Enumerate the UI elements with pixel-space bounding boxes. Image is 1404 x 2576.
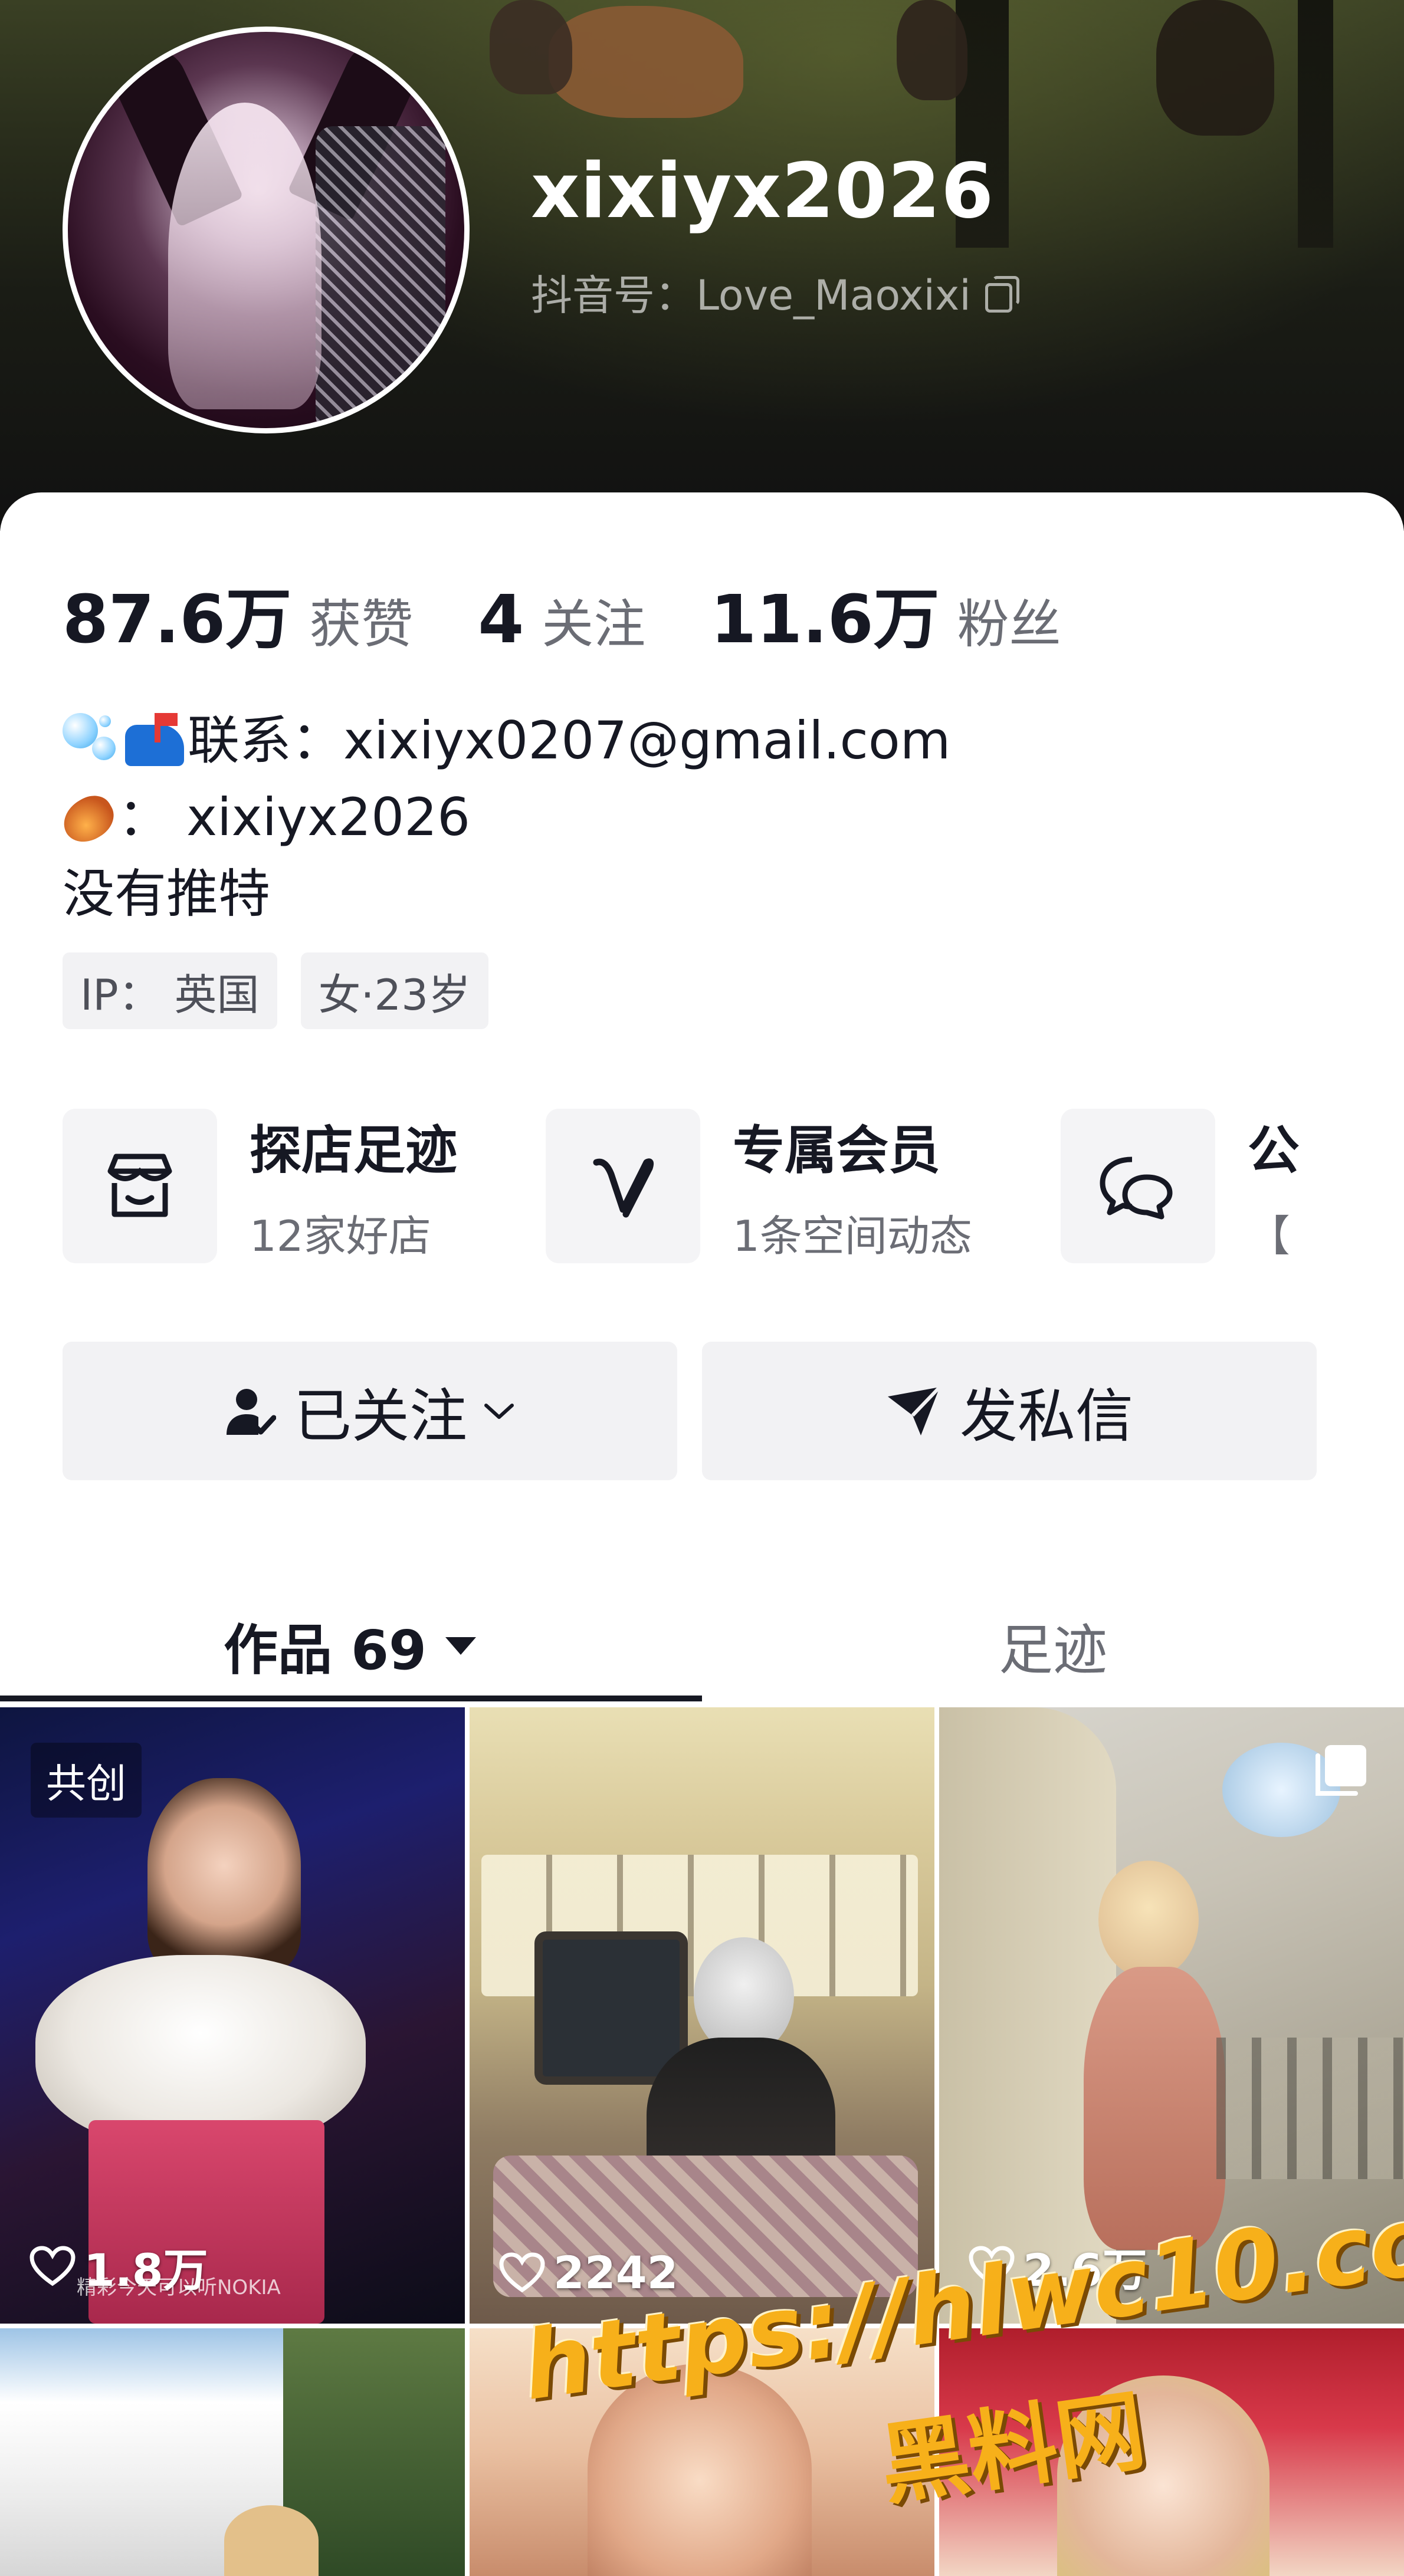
tag-gender-age: 女·23岁 <box>300 952 489 1029</box>
paper-plane-icon <box>885 1385 942 1438</box>
service-subtitle: 12家好店 <box>250 1211 431 1261</box>
profile-cover: xixiyx2026 抖音号：Love_Maoxixi <box>0 0 1404 531</box>
tab-works[interactable]: 作品 69 <box>0 1595 702 1696</box>
co-creation-badge: 共创 <box>31 1743 142 1818</box>
stats-row: 87.6万 获赞 4 关注 11.6万 粉丝 <box>63 566 1126 662</box>
send-message-label: 发私信 <box>959 1382 1133 1450</box>
stat-following[interactable]: 4 关注 <box>478 581 645 658</box>
bubbles-emoji-icon <box>63 707 122 766</box>
avatar-robe <box>316 126 445 428</box>
video-thumbnail[interactable]: 共创 1.8万 精彩今天可以听NOKIA <box>0 1707 465 2324</box>
sweet-potato-emoji-icon <box>55 788 122 850</box>
avatar-veil <box>168 103 322 409</box>
mailbox-emoji-icon <box>125 712 184 766</box>
v-member-icon <box>546 1109 701 1263</box>
stat-label: 获赞 <box>309 594 414 655</box>
user-check-icon <box>223 1385 276 1438</box>
stat-label: 粉丝 <box>957 594 1061 655</box>
display-name: xixiyx2026 <box>531 147 995 235</box>
stat-label: 关注 <box>542 594 646 655</box>
thumbnail-railing <box>1216 2038 1404 2179</box>
bio-line-sweet-potato: ： xixiyx2026 <box>55 776 471 850</box>
service-group-chat[interactable]: 公 【 <box>1060 1109 1300 1263</box>
service-title: 探店足迹 <box>250 1120 458 1181</box>
tab-footprint[interactable]: 足迹 <box>702 1595 1404 1696</box>
action-buttons: 已关注 发私信 <box>63 1342 1317 1480</box>
service-subtitle: 【 <box>1247 1211 1290 1261</box>
cover-horse <box>549 6 743 118</box>
avatar[interactable] <box>63 27 470 433</box>
video-thumbnail[interactable]: 2242 <box>470 1707 934 2324</box>
bio-line-contact: 联系：xixiyx0207@gmail.com <box>63 699 951 774</box>
followed-label: 已关注 <box>293 1382 467 1450</box>
profile-tags: IP： 英国 女·23岁 <box>63 952 489 1029</box>
service-title: 专属会员 <box>733 1120 941 1181</box>
stat-value: 4 <box>478 581 524 658</box>
service-store-visits[interactable]: 探店足迹 12家好店 <box>63 1109 457 1263</box>
heart-icon <box>499 2252 545 2292</box>
douyin-id-text: 抖音号：Love_Maoxixi <box>531 271 971 320</box>
copy-icon[interactable] <box>983 275 1019 313</box>
thumbnail-mirror <box>534 1931 688 2085</box>
heart-icon <box>29 2246 76 2286</box>
bio-line-twitter: 没有推特 <box>63 852 270 927</box>
cover-tree <box>1298 0 1333 248</box>
bio-contact-text: 联系：xixiyx0207@gmail.com <box>188 710 951 771</box>
thumbnail-latex-dress <box>1084 1967 1225 2250</box>
multi-image-icon <box>1312 1743 1369 1802</box>
stat-likes[interactable]: 87.6万 获赞 <box>63 566 413 662</box>
tab-active-indicator <box>0 1696 702 1701</box>
tab-footprint-label: 足迹 <box>998 1618 1107 1682</box>
stat-value: 11.6万 <box>710 581 940 658</box>
chat-bubbles-icon <box>1060 1109 1215 1263</box>
thumbnail-figure-head <box>1098 1861 1199 1979</box>
like-count: 2242 <box>499 2246 678 2299</box>
chevron-down-icon <box>481 1399 517 1423</box>
followed-button[interactable]: 已关注 <box>63 1342 677 1480</box>
like-count-value: 2242 <box>553 2246 678 2299</box>
cover-horse <box>1156 0 1274 136</box>
thumbnail-figure-head <box>224 2505 319 2576</box>
video-thumbnail[interactable] <box>0 2328 465 2576</box>
video-caption: 精彩今天可以听NOKIA <box>77 2276 281 2299</box>
video-grid: 共创 1.8万 精彩今天可以听NOKIA 2242 2.6万 <box>0 1707 1404 2576</box>
service-shortcuts: 探店足迹 12家好店 专属会员 1条空间动态 公 【 <box>63 1109 1404 1263</box>
stat-followers[interactable]: 11.6万 粉丝 <box>710 566 1061 662</box>
store-icon <box>63 1109 217 1263</box>
service-subtitle: 1条空间动态 <box>733 1211 972 1261</box>
send-message-button[interactable]: 发私信 <box>702 1342 1317 1480</box>
douyin-id: 抖音号：Love_Maoxixi <box>531 262 1019 322</box>
service-title: 公 <box>1247 1120 1300 1181</box>
bio-twitter-text: 没有推特 <box>63 863 271 924</box>
cover-horse <box>490 0 572 94</box>
tab-works-label: 作品 69 <box>223 1618 427 1682</box>
tag-ip-location: IP： 英国 <box>63 952 277 1029</box>
bio-alt-account-text: ： xixiyx2026 <box>118 787 471 847</box>
content-tabs: 作品 69 足迹 <box>0 1595 1404 1696</box>
cover-horse <box>897 0 967 100</box>
stat-value: 87.6万 <box>63 581 292 658</box>
thumbnail-figure <box>147 1778 301 1973</box>
dropdown-triangle-icon <box>443 1634 478 1657</box>
service-exclusive-member[interactable]: 专属会员 1条空间动态 <box>546 1109 972 1263</box>
